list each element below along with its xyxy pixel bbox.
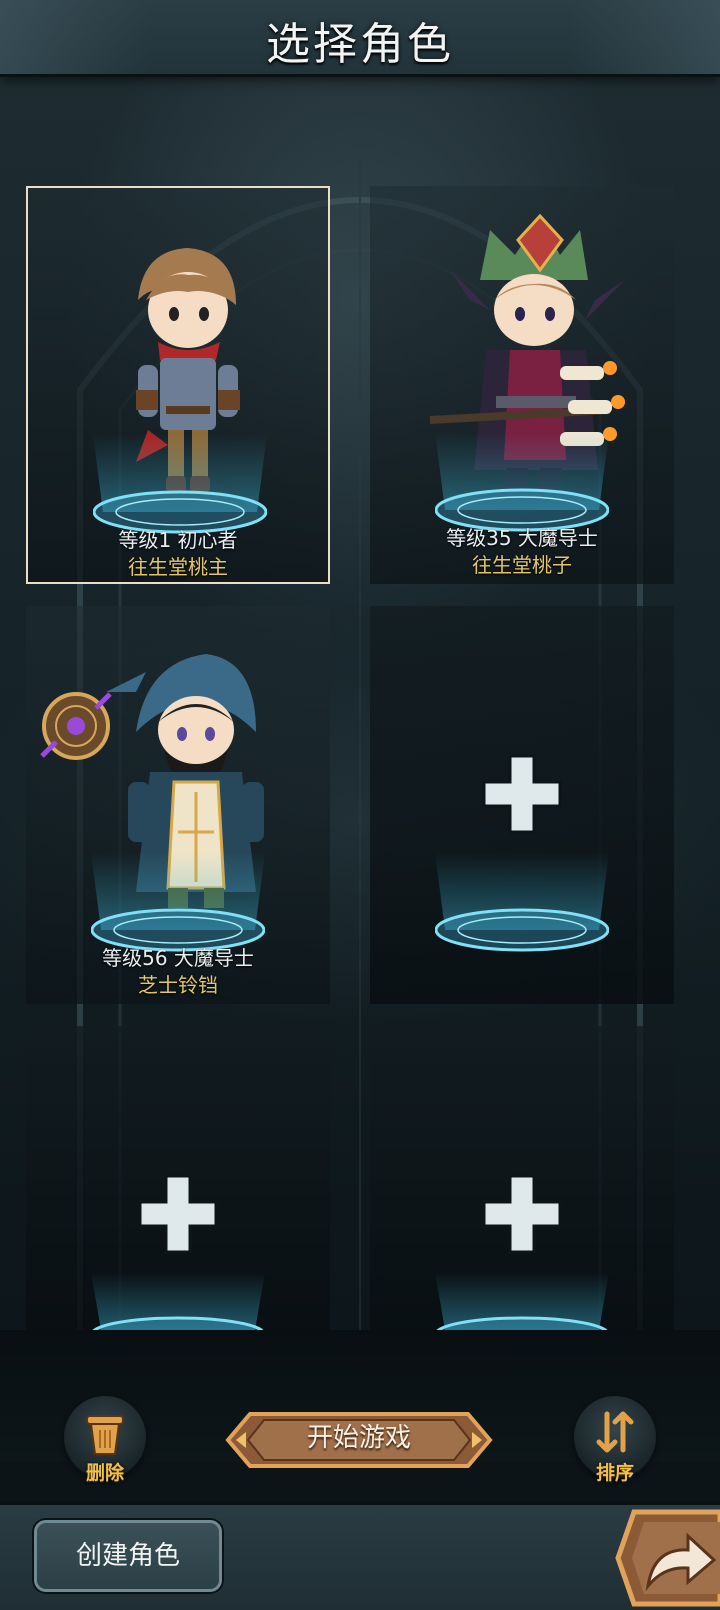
arrow-forward-icon[interactable] xyxy=(614,1508,720,1608)
character-slot-2[interactable]: 等级35 大魔导士 往生堂桃子 xyxy=(370,186,674,584)
summon-platform xyxy=(91,852,265,952)
summon-platform xyxy=(435,432,609,532)
character-slot-3[interactable]: 等级56 大魔导士 芝士铃铛 xyxy=(26,606,330,1004)
empty-slot-5[interactable] xyxy=(26,1026,330,1330)
character-name: 芝士铃铛 xyxy=(138,973,218,997)
plus-icon xyxy=(482,754,562,834)
plus-icon xyxy=(138,1174,218,1254)
trash-icon xyxy=(86,1415,124,1455)
summon-platform xyxy=(435,852,609,952)
sort-icon xyxy=(596,1411,634,1453)
sort-label: 排序 xyxy=(595,1462,634,1484)
plus-icon xyxy=(482,1174,562,1254)
start-game-button[interactable]: 开始游戏 xyxy=(224,1410,494,1470)
summon-platform xyxy=(435,1272,609,1330)
character-name: 往生堂桃子 xyxy=(472,553,572,577)
summon-platform xyxy=(93,434,267,534)
character-level: 等级35 大魔导士 xyxy=(446,526,598,550)
empty-slot-6[interactable] xyxy=(370,1026,674,1330)
create-character-button[interactable]: 创建角色 xyxy=(34,1520,222,1592)
header-bar: 选择角色 xyxy=(0,0,720,77)
character-level: 等级1 初心者 xyxy=(118,528,238,552)
character-name: 往生堂桃主 xyxy=(128,555,228,579)
page-title: 选择角色 xyxy=(266,19,454,70)
character-level: 等级56 大魔导士 xyxy=(102,946,254,970)
summon-platform xyxy=(91,1272,265,1330)
delete-label: 删除 xyxy=(85,1462,124,1484)
empty-slot-4[interactable] xyxy=(370,606,674,1004)
character-slot-1[interactable]: 等级1 初心者 往生堂桃主 xyxy=(26,186,330,584)
character-select-screen: 选择角色 等级1 初心者 往生堂桃主 等级35 大魔导士 往生堂桃子 等级56 … xyxy=(0,0,720,1610)
mage-badge-icon xyxy=(40,692,112,760)
